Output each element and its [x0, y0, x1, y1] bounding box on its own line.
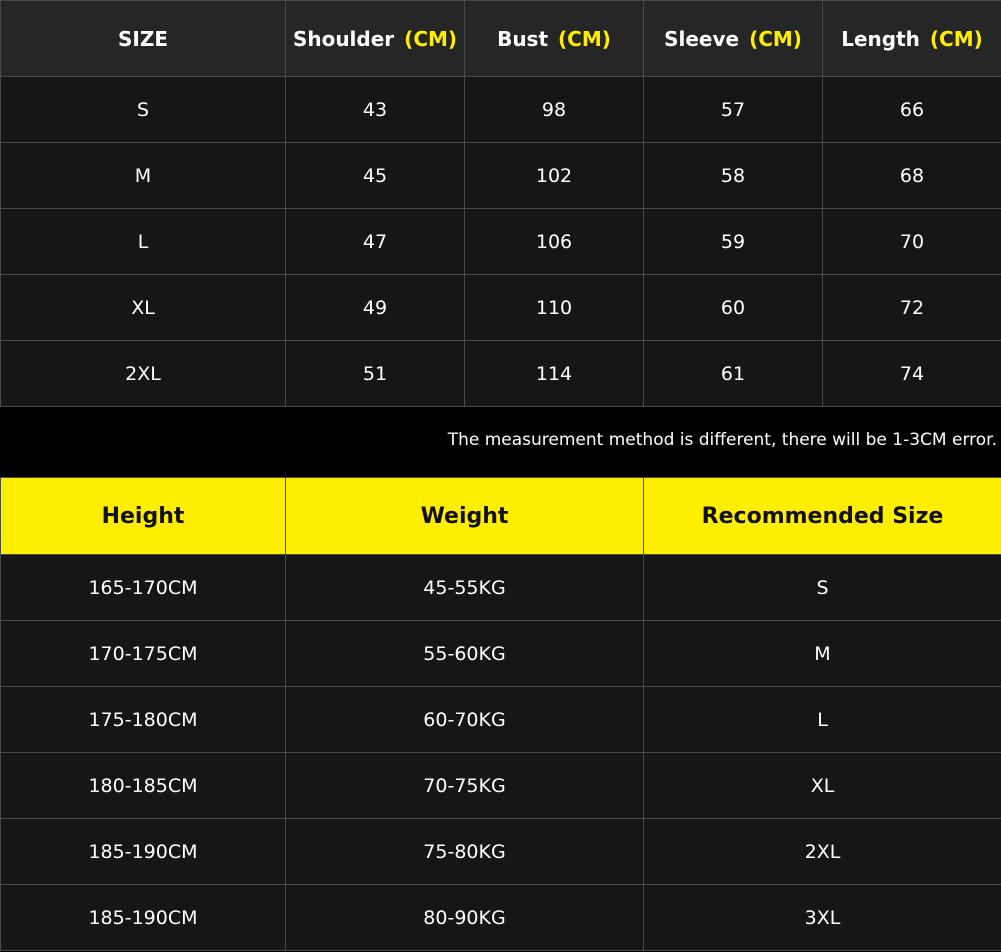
cell-sleeve: 60: [643, 274, 823, 341]
table-row: S 43 98 57 66: [0, 76, 1001, 143]
cell-bust: 110: [464, 274, 644, 341]
cell-bust: 102: [464, 142, 644, 209]
unit-label: (CM): [558, 26, 611, 51]
cell-height: 165-170CM: [0, 554, 286, 621]
unit-label: (CM): [929, 26, 983, 51]
measurement-note: The measurement method is different, the…: [447, 430, 997, 450]
cell-weight: 80-90KG: [285, 884, 644, 951]
cell-recommended-size: 3XL: [643, 884, 1001, 951]
unit-label: (CM): [749, 26, 802, 51]
recommendation-table: Height Weight Recommended Size 165-170CM…: [0, 477, 1001, 951]
table-row: 185-190CM 80-90KG 3XL: [0, 884, 1001, 951]
cell-recommended-size: 2XL: [643, 818, 1001, 885]
cell-bust: 106: [464, 208, 644, 275]
cell-bust: 98: [464, 76, 644, 143]
cell-recommended-size: M: [643, 620, 1001, 687]
cell-length: 72: [822, 274, 1001, 341]
cell-height: 180-185CM: [0, 752, 286, 819]
cell-size: S: [0, 76, 286, 143]
note-row: The measurement method is different, the…: [0, 407, 1001, 477]
table-row: 165-170CM 45-55KG S: [0, 554, 1001, 621]
cell-weight: 75-80KG: [285, 818, 644, 885]
cell-length: 70: [822, 208, 1001, 275]
cell-length: 74: [822, 340, 1001, 407]
cell-height: 185-190CM: [0, 884, 286, 951]
size-chart-table: SIZE Shoulder (CM) Bust (CM) Sleeve (CM) Le…: [0, 0, 1001, 407]
cell-shoulder: 51: [285, 340, 465, 407]
cell-sleeve: 58: [643, 142, 823, 209]
header-height: Height: [0, 477, 286, 555]
cell-weight: 45-55KG: [285, 554, 644, 621]
cell-sleeve: 59: [643, 208, 823, 275]
cell-shoulder: 43: [285, 76, 465, 143]
cell-recommended-size: S: [643, 554, 1001, 621]
table-row: 185-190CM 75-80KG 2XL: [0, 818, 1001, 885]
cell-recommended-size: L: [643, 686, 1001, 753]
unit-label: (CM): [404, 26, 458, 51]
cell-shoulder: 47: [285, 208, 465, 275]
cell-shoulder: 45: [285, 142, 465, 209]
cell-size: 2XL: [0, 340, 286, 407]
size-guide: SIZE Shoulder (CM) Bust (CM) Sleeve (CM) Le…: [0, 0, 1001, 952]
header-size: SIZE: [0, 0, 286, 77]
cell-sleeve: 61: [643, 340, 823, 407]
cell-size: M: [0, 142, 286, 209]
table-row: 2XL 51 114 61 74: [0, 340, 1001, 407]
table-row: L 47 106 59 70: [0, 208, 1001, 275]
cell-size: XL: [0, 274, 286, 341]
table-row: XL 49 110 60 72: [0, 274, 1001, 341]
header-sleeve: Sleeve (CM): [643, 0, 823, 77]
cell-height: 175-180CM: [0, 686, 286, 753]
table-row: 170-175CM 55-60KG M: [0, 620, 1001, 687]
header-recommended-size: Recommended Size: [643, 477, 1001, 555]
cell-length: 66: [822, 76, 1001, 143]
cell-shoulder: 49: [285, 274, 465, 341]
cell-height: 170-175CM: [0, 620, 286, 687]
cell-sleeve: 57: [643, 76, 823, 143]
cell-size: L: [0, 208, 286, 275]
table-row: M 45 102 58 68: [0, 142, 1001, 209]
recommendation-header-row: Height Weight Recommended Size: [0, 477, 1001, 555]
header-length: Length (CM): [822, 0, 1001, 77]
cell-bust: 114: [464, 340, 644, 407]
header-shoulder: Shoulder (CM): [285, 0, 465, 77]
cell-height: 185-190CM: [0, 818, 286, 885]
cell-recommended-size: XL: [643, 752, 1001, 819]
size-chart-header-row: SIZE Shoulder (CM) Bust (CM) Sleeve (CM) Le…: [0, 0, 1001, 77]
table-row: 175-180CM 60-70KG L: [0, 686, 1001, 753]
cell-weight: 70-75KG: [285, 752, 644, 819]
cell-weight: 55-60KG: [285, 620, 644, 687]
header-weight: Weight: [285, 477, 644, 555]
header-bust: Bust (CM): [464, 0, 644, 77]
cell-weight: 60-70KG: [285, 686, 644, 753]
cell-length: 68: [822, 142, 1001, 209]
table-row: 180-185CM 70-75KG XL: [0, 752, 1001, 819]
